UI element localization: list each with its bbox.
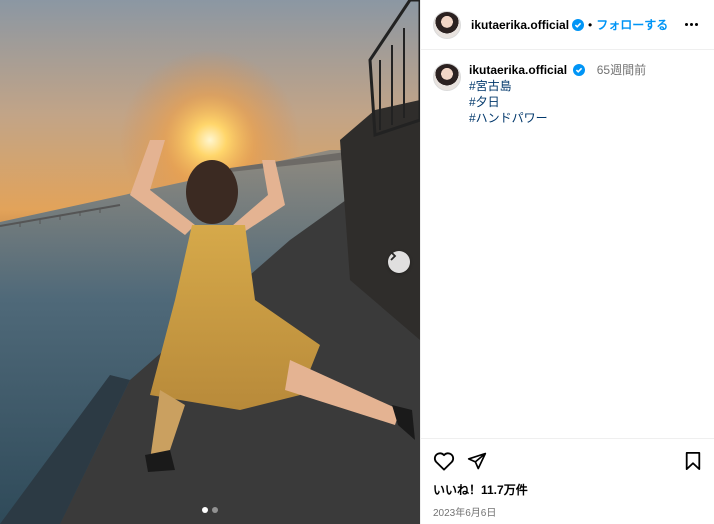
avatar[interactable]: [433, 63, 461, 91]
post-date: 2023年6月6日: [433, 508, 497, 519]
post-time-ago[interactable]: 65週間前: [597, 63, 646, 77]
post-sidebar: ikutaerika.official • フォローする ikutaerika.…: [420, 0, 714, 524]
bookmark-icon[interactable]: [684, 451, 702, 471]
more-options-icon[interactable]: [681, 19, 702, 30]
caption-username[interactable]: ikutaerika.official: [469, 63, 567, 77]
separator-dot: •: [588, 17, 593, 32]
carousel-dot-active: [202, 507, 208, 513]
post-actions: いいね！11.7万件 2023年6月6日: [421, 438, 714, 519]
post-photo[interactable]: [0, 0, 420, 524]
sunset-pier-photo: [0, 0, 420, 524]
like-count[interactable]: いいね！11.7万件: [433, 481, 702, 498]
hashtag-link[interactable]: #夕日: [469, 94, 646, 110]
carousel-indicator: [0, 507, 420, 513]
paper-plane-icon[interactable]: [467, 451, 487, 471]
verified-badge-icon: [573, 64, 586, 76]
hashtag-link[interactable]: #ハンドパワー: [469, 110, 646, 126]
post-header: ikutaerika.official • フォローする: [421, 0, 714, 50]
username-link[interactable]: ikutaerika.official: [471, 18, 569, 32]
caption: ikutaerika.official 65週間前 #宮古島 #夕日 #ハンドパ…: [421, 50, 714, 126]
verified-badge-icon: [572, 18, 585, 31]
chevron-right-icon: [390, 251, 397, 261]
follow-button[interactable]: フォローする: [596, 16, 668, 33]
hashtag-link[interactable]: #宮古島: [469, 78, 646, 94]
heart-icon[interactable]: [433, 451, 455, 471]
next-slide-button[interactable]: [388, 251, 410, 273]
carousel-dot: [212, 507, 218, 513]
avatar[interactable]: [433, 10, 461, 39]
